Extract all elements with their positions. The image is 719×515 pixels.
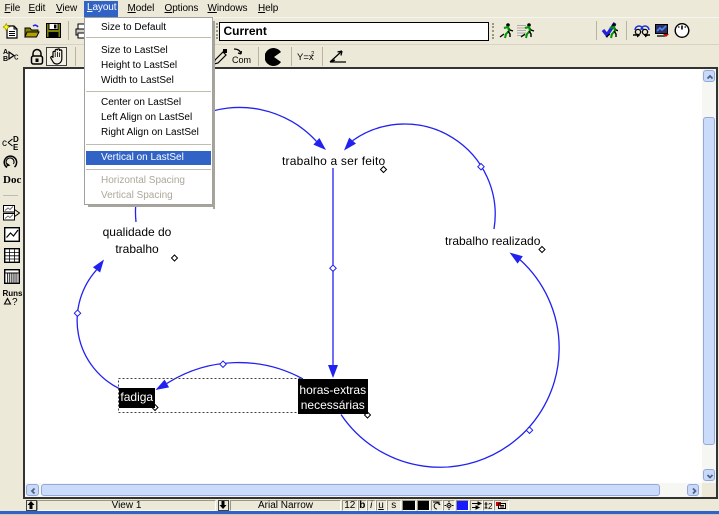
svg-text:2: 2 [311,51,314,58]
svg-text:?: ? [12,297,18,306]
svg-text:c: c [2,138,7,149]
svg-text:A: A [3,49,8,56]
svg-text:B: B [3,56,8,63]
svg-text:c: c [14,52,19,62]
svg-text:Com: Com [232,55,251,65]
svg-text:2: 2 [488,502,493,510]
svg-text:E: E [13,143,19,150]
